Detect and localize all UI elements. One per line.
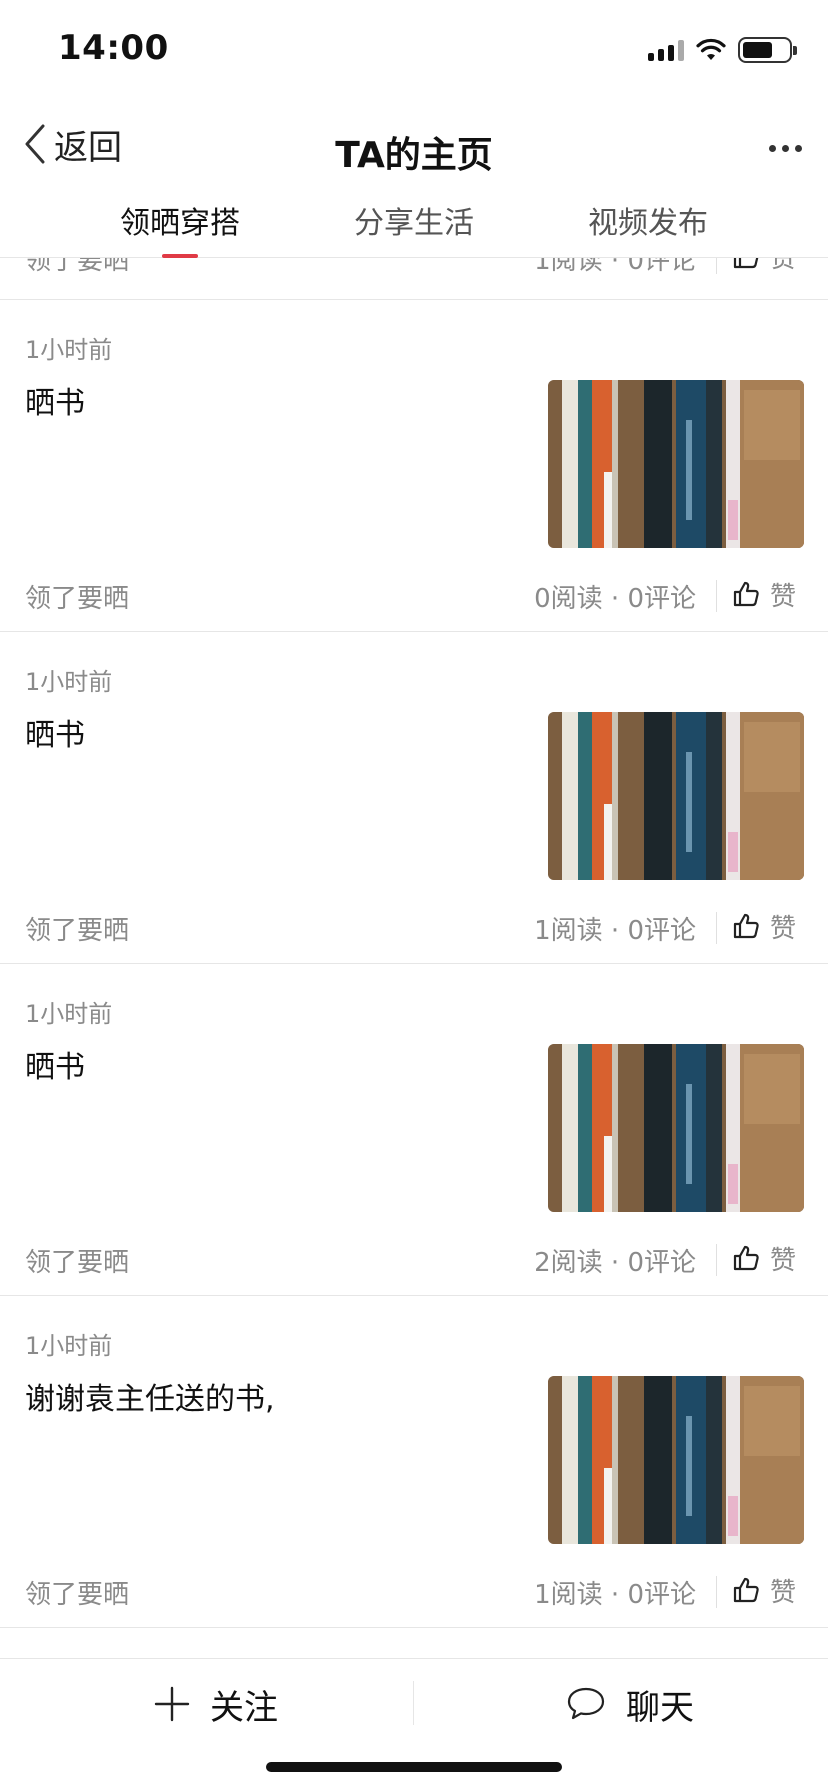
like-label: 赞 bbox=[770, 913, 797, 944]
post-stats: 2阅读 · 0评论 bbox=[534, 1248, 696, 1278]
post-feed[interactable]: 领了要晒 1阅读 · 0评论 赞 1小时前 晒书 领了要晒 0阅读 · 0评论 … bbox=[0, 258, 828, 1658]
list-item[interactable]: 1小时前 晒书 领了要晒 0阅读 · 0评论 赞 bbox=[0, 300, 828, 632]
post-stats: 0阅读 · 0评论 bbox=[534, 584, 696, 614]
thumbs-up-icon bbox=[733, 1245, 759, 1271]
battery-level bbox=[743, 42, 772, 58]
books-photo bbox=[548, 380, 804, 548]
post-tag: 领了要晒 bbox=[25, 258, 130, 276]
books-photo bbox=[548, 712, 804, 880]
like-button[interactable]: 赞 bbox=[732, 1238, 796, 1278]
thumbs-up-icon bbox=[733, 581, 759, 607]
post-stats: 1阅读 · 0评论 bbox=[534, 258, 696, 276]
status-time: 14:00 bbox=[58, 28, 169, 68]
post-text: 谢谢袁主任送的书, bbox=[25, 1382, 275, 1417]
status-bar: 14:00 bbox=[0, 0, 828, 100]
follow-button[interactable]: 关注 bbox=[154, 1679, 278, 1729]
chat-label: 聊天 bbox=[626, 1687, 694, 1728]
post-thumbnail[interactable] bbox=[548, 380, 804, 548]
cellular-signal-icon bbox=[648, 39, 684, 61]
nav-bar: 返回 TA的主页 bbox=[0, 100, 828, 188]
tab-lingshai-chuanda[interactable]: 领晒穿搭 bbox=[100, 198, 260, 242]
post-stats: 1阅读 · 0评论 bbox=[534, 1580, 696, 1610]
more-dots-icon bbox=[769, 144, 776, 152]
list-item[interactable]: 领了要晒 1阅读 · 0评论 赞 bbox=[0, 258, 828, 300]
post-time: 1小时前 bbox=[25, 1332, 113, 1360]
divider bbox=[716, 258, 717, 274]
list-item[interactable]: 1小时前 晒书 领了要晒 1阅读 · 0评论 赞 bbox=[0, 632, 828, 964]
like-button[interactable]: 赞 bbox=[732, 1570, 796, 1610]
post-text: 晒书 bbox=[25, 386, 85, 421]
follow-label: 关注 bbox=[210, 1687, 278, 1728]
post-text: 晒书 bbox=[25, 1050, 85, 1085]
divider bbox=[716, 580, 717, 612]
plus-icon bbox=[154, 1686, 190, 1722]
home-indicator bbox=[266, 1762, 562, 1772]
post-thumbnail[interactable] bbox=[548, 1044, 804, 1212]
books-photo bbox=[548, 1044, 804, 1212]
post-time: 1小时前 bbox=[25, 1000, 113, 1028]
post-thumbnail[interactable] bbox=[548, 1376, 804, 1544]
post-thumbnail[interactable] bbox=[548, 712, 804, 880]
tab-video-publish[interactable]: 视频发布 bbox=[568, 198, 728, 242]
thumbs-up-icon bbox=[733, 1577, 759, 1603]
like-button[interactable]: 赞 bbox=[732, 906, 796, 946]
post-tag: 领了要晒 bbox=[25, 584, 130, 614]
tab-bar: 领晒穿搭 分享生活 视频发布 bbox=[0, 188, 828, 258]
like-button[interactable]: 赞 bbox=[732, 258, 796, 276]
tab-share-life[interactable]: 分享生活 bbox=[334, 198, 494, 242]
post-tag: 领了要晒 bbox=[25, 1580, 130, 1610]
list-item[interactable]: 1小时前 晒书 领了要晒 2阅读 · 0评论 赞 bbox=[0, 964, 828, 1296]
battery-icon bbox=[738, 37, 797, 63]
post-tag: 领了要晒 bbox=[25, 1248, 130, 1278]
wifi-icon bbox=[696, 38, 726, 60]
chat-button[interactable]: 聊天 bbox=[566, 1679, 694, 1729]
divider bbox=[716, 912, 717, 944]
post-stats: 1阅读 · 0评论 bbox=[534, 916, 696, 946]
more-button[interactable] bbox=[742, 128, 802, 168]
page-title: TA的主页 bbox=[335, 135, 493, 176]
like-label: 赞 bbox=[770, 1245, 797, 1276]
thumbs-up-icon bbox=[733, 913, 759, 939]
like-label: 赞 bbox=[770, 258, 797, 274]
divider bbox=[716, 1576, 717, 1608]
like-label: 赞 bbox=[770, 1577, 797, 1608]
like-label: 赞 bbox=[770, 581, 797, 612]
post-time: 1小时前 bbox=[25, 336, 113, 364]
thumbs-up-icon bbox=[733, 258, 759, 269]
list-item[interactable]: 1小时前 谢谢袁主任送的书, 领了要晒 1阅读 · 0评论 赞 bbox=[0, 1296, 828, 1628]
active-tab-indicator bbox=[162, 254, 198, 258]
like-button[interactable]: 赞 bbox=[732, 574, 796, 614]
post-time: 1小时前 bbox=[25, 668, 113, 696]
divider bbox=[413, 1681, 414, 1725]
divider bbox=[716, 1244, 717, 1276]
status-icons bbox=[648, 34, 797, 66]
chat-bubble-icon bbox=[567, 1687, 605, 1720]
post-text: 晒书 bbox=[25, 718, 85, 753]
books-photo bbox=[548, 1376, 804, 1544]
post-tag: 领了要晒 bbox=[25, 916, 130, 946]
